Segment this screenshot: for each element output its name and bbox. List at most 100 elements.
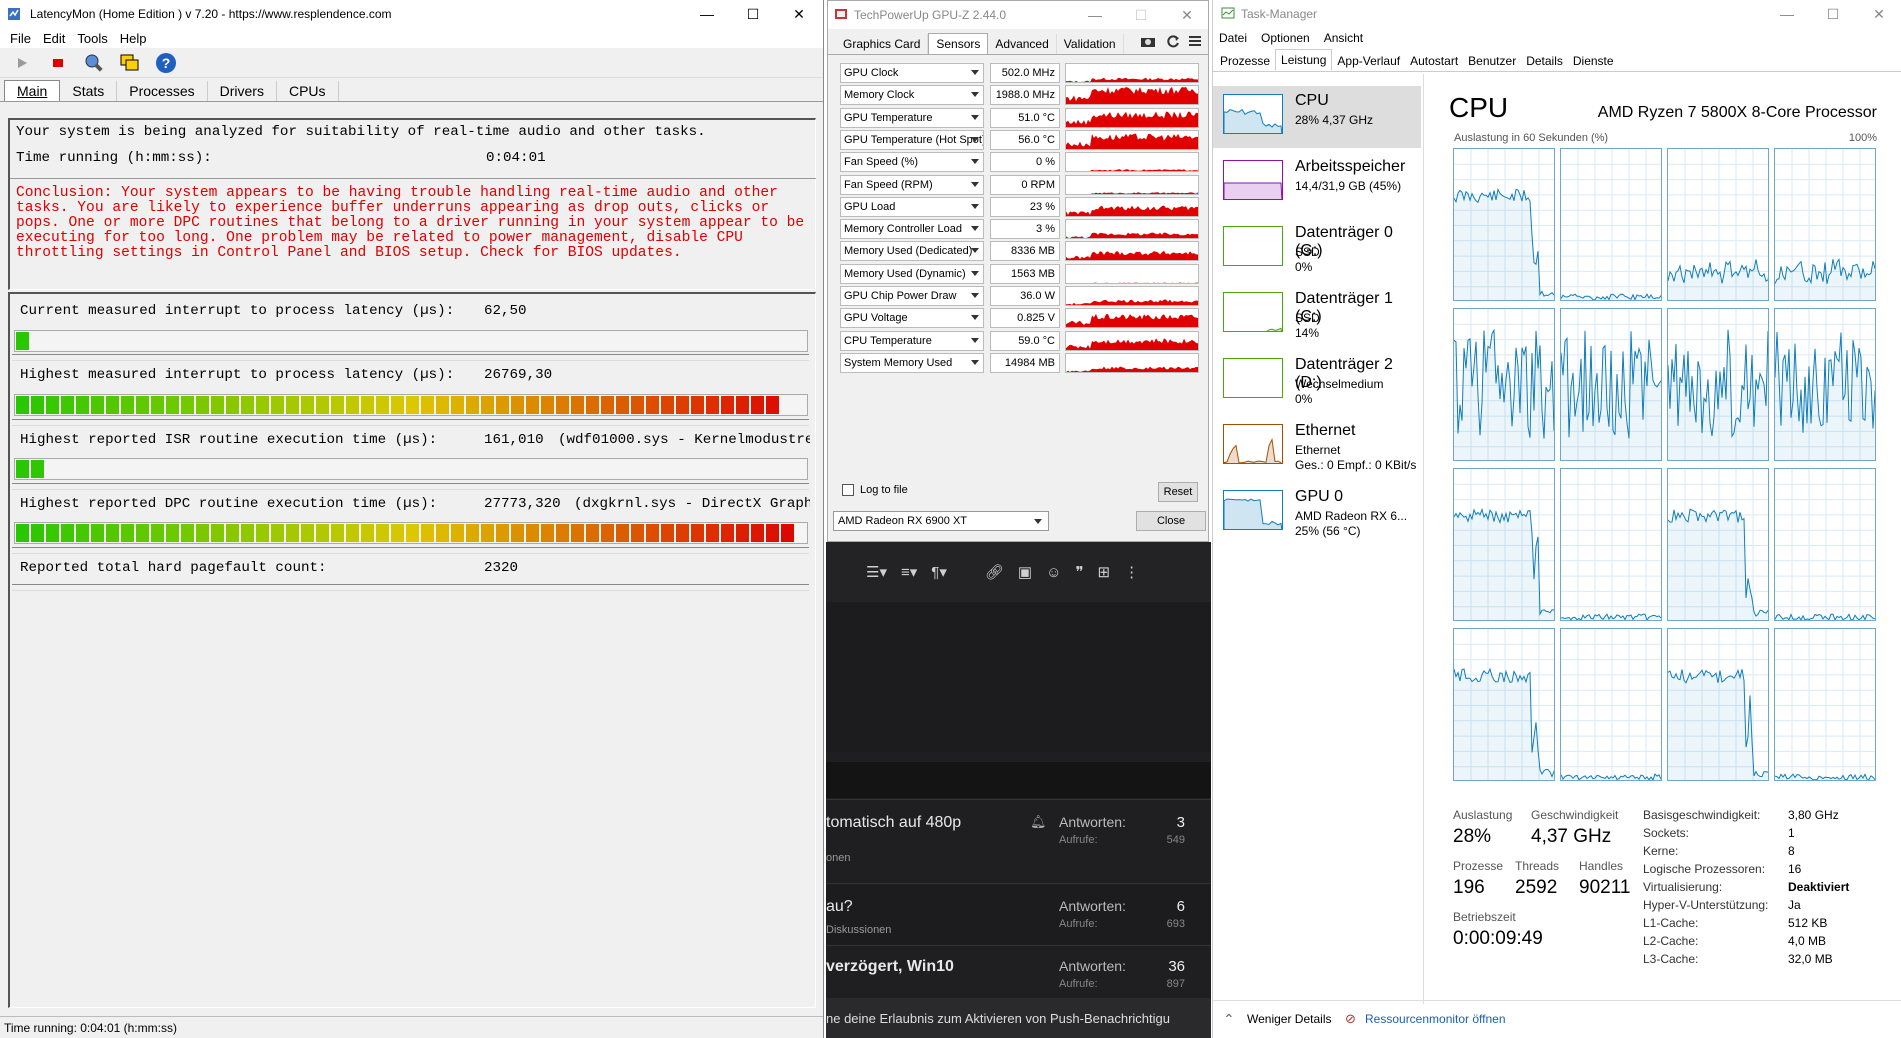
tab-processes[interactable]: Processes (117, 81, 208, 101)
thread-row[interactable]: au? Diskussionen Antworten: 6 Aufrufe: 6… (826, 883, 1211, 945)
sensor-name-dropdown[interactable]: CPU Temperature (840, 330, 984, 351)
link-icon[interactable]: 🔗︎ (985, 563, 1004, 581)
tab-cpus[interactable]: CPUs (277, 81, 339, 101)
thread-title[interactable]: tomatisch auf 480p (826, 814, 961, 832)
camera-icon[interactable] (1140, 35, 1156, 50)
tab-stats[interactable]: Stats (60, 81, 118, 101)
tab-prozesse[interactable]: Prozesse (1215, 51, 1275, 71)
sensor-graph (1065, 129, 1199, 150)
quote-icon[interactable]: ❞ (1075, 563, 1083, 581)
tab-benutzer[interactable]: Benutzer (1463, 51, 1521, 71)
close-button[interactable]: ✕ (776, 0, 822, 28)
bar-segment (586, 524, 599, 542)
sensor-graph (1065, 352, 1199, 373)
tab-graphics-card[interactable]: Graphics Card (836, 34, 929, 54)
play-button[interactable] (10, 51, 34, 75)
core-graph (1453, 628, 1555, 781)
sensor-name-dropdown[interactable]: Fan Speed (RPM) (840, 174, 984, 195)
tab-advanced[interactable]: Advanced (988, 34, 1057, 54)
perf-item[interactable]: Ethernet Ethernet Ges.: 0 Empf.: 0 KBit/… (1213, 416, 1421, 478)
spec-value: 1 (1788, 826, 1795, 840)
menu-datei[interactable]: Datei (1219, 31, 1247, 45)
answers-label: Antworten: (1059, 898, 1126, 914)
resource-monitor-icon[interactable]: ⊘ (1345, 1011, 1356, 1027)
perf-item[interactable]: Arbeitsspeicher 14,4/31,9 GB (45%) (1213, 152, 1421, 214)
sensor-name-dropdown[interactable]: GPU Temperature (840, 107, 984, 128)
sensor-name-dropdown[interactable]: GPU Load (840, 196, 984, 217)
tab-strip: Prozesse Leistung App-Verlauf Autostart … (1213, 48, 1901, 72)
tab-validation[interactable]: Validation (1057, 34, 1124, 54)
list-icon[interactable]: ☰▾ (866, 563, 887, 581)
close-button[interactable]: ✕ (1164, 1, 1208, 29)
reset-button[interactable]: Reset (1158, 482, 1198, 502)
menu-file[interactable]: File (10, 31, 31, 46)
less-details-link[interactable]: Weniger Details (1247, 1012, 1331, 1026)
table-icon[interactable]: ⊞ (1098, 563, 1111, 581)
thread-title[interactable]: au? (826, 898, 853, 916)
tab-drivers[interactable]: Drivers (208, 81, 277, 101)
refresh-icon[interactable] (1166, 34, 1180, 51)
tab-main[interactable]: Main (4, 80, 61, 101)
menu-ansicht[interactable]: Ansicht (1324, 31, 1363, 45)
sensor-name-dropdown[interactable]: Memory Controller Load (840, 219, 984, 240)
tab-sensors[interactable]: Sensors (928, 33, 989, 54)
bell-icon[interactable]: 🔔︎ (1030, 814, 1047, 830)
help-icon[interactable]: ? (154, 51, 178, 75)
sensor-name-dropdown[interactable]: GPU Voltage (840, 308, 984, 329)
sensor-name-dropdown[interactable]: Memory Used (Dedicated) (840, 241, 984, 262)
sensor-name-dropdown[interactable]: System Memory Used (840, 352, 984, 373)
menu-help[interactable]: Help (120, 31, 147, 46)
bar-segment (571, 524, 584, 542)
tools-icon[interactable] (82, 51, 106, 75)
sensor-name-dropdown[interactable]: GPU Chip Power Draw (840, 286, 984, 306)
perf-item-detail: 28% 4,37 GHz (1295, 113, 1374, 127)
log-to-file-checkbox[interactable]: Log to file (842, 484, 908, 496)
checkbox-box[interactable] (842, 484, 854, 496)
sensor-name-dropdown[interactable]: GPU Temperature (Hot Spot) (840, 129, 984, 150)
menu-tools[interactable]: Tools (77, 31, 107, 46)
perf-item[interactable]: Datenträger 1 (C:) SSD 14% (1213, 284, 1421, 346)
windows-icon[interactable] (118, 51, 142, 75)
sensor-name: GPU Temperature (844, 111, 933, 124)
minimize-button[interactable]: — (1072, 1, 1118, 29)
more-icon[interactable]: ⋮ (1124, 563, 1139, 581)
close-gpuz-button[interactable]: Close (1136, 511, 1206, 531)
tab-dienste[interactable]: Dienste (1568, 51, 1619, 71)
thread-title[interactable]: verzögert, Win10 (826, 958, 954, 976)
paragraph-icon[interactable]: ¶▾ (931, 563, 947, 581)
sensor-name-dropdown[interactable]: GPU Clock (840, 63, 984, 83)
tab-leistung[interactable]: Leistung (1275, 49, 1333, 71)
minimize-button[interactable]: — (684, 0, 730, 28)
tab-autostart[interactable]: Autostart (1405, 51, 1463, 71)
chevron-up-icon[interactable]: ⌃ (1223, 1011, 1235, 1028)
image-icon[interactable]: ▣ (1018, 563, 1032, 581)
align-icon[interactable]: ≡▾ (901, 563, 917, 581)
bar-segment (676, 524, 689, 542)
perf-item[interactable]: Datenträger 0 (G:) SSD 0% (1213, 218, 1421, 280)
menu-optionen[interactable]: Optionen (1261, 31, 1310, 45)
maximize-button[interactable]: ☐ (1118, 1, 1164, 29)
sensor-name-dropdown[interactable]: Fan Speed (%) (840, 152, 984, 173)
sensor-value: 8336 MB (990, 241, 1060, 262)
editor-area[interactable] (826, 602, 1211, 752)
sensor-name-dropdown[interactable]: Memory Clock (840, 85, 984, 106)
tab-details[interactable]: Details (1521, 51, 1568, 71)
bar-segment (346, 396, 359, 414)
menu-edit[interactable]: Edit (43, 31, 65, 46)
menu-icon[interactable] (1188, 34, 1202, 51)
device-select[interactable]: AMD Radeon RX 6900 XT (833, 511, 1049, 531)
close-button[interactable]: ✕ (1856, 0, 1901, 28)
perf-item[interactable]: Datenträger 2 (D:) Wechselmedium 0% (1213, 350, 1421, 412)
stop-button[interactable] (46, 51, 70, 75)
minimize-button[interactable]: — (1764, 0, 1810, 28)
smiley-icon[interactable]: ☺ (1046, 564, 1061, 581)
tab-app-verlauf[interactable]: App-Verlauf (1332, 51, 1405, 71)
perf-item[interactable]: GPU 0 AMD Radeon RX 6... 25% (56 °C) (1213, 482, 1421, 544)
maximize-button[interactable]: ☐ (730, 0, 776, 28)
sensor-name-dropdown[interactable]: Memory Used (Dynamic) (840, 263, 984, 284)
perf-item[interactable]: CPU 28% 4,37 GHz (1213, 86, 1421, 148)
thread-row[interactable]: tomatisch auf 480p onen 🔔︎ Antworten: 3 … (826, 799, 1211, 883)
resource-monitor-link[interactable]: Ressourcenmonitor öffnen (1365, 1012, 1506, 1026)
maximize-button[interactable]: ☐ (1810, 0, 1856, 28)
perf-item-detail2: Ges.: 0 Empf.: 0 KBit/s (1295, 458, 1417, 472)
